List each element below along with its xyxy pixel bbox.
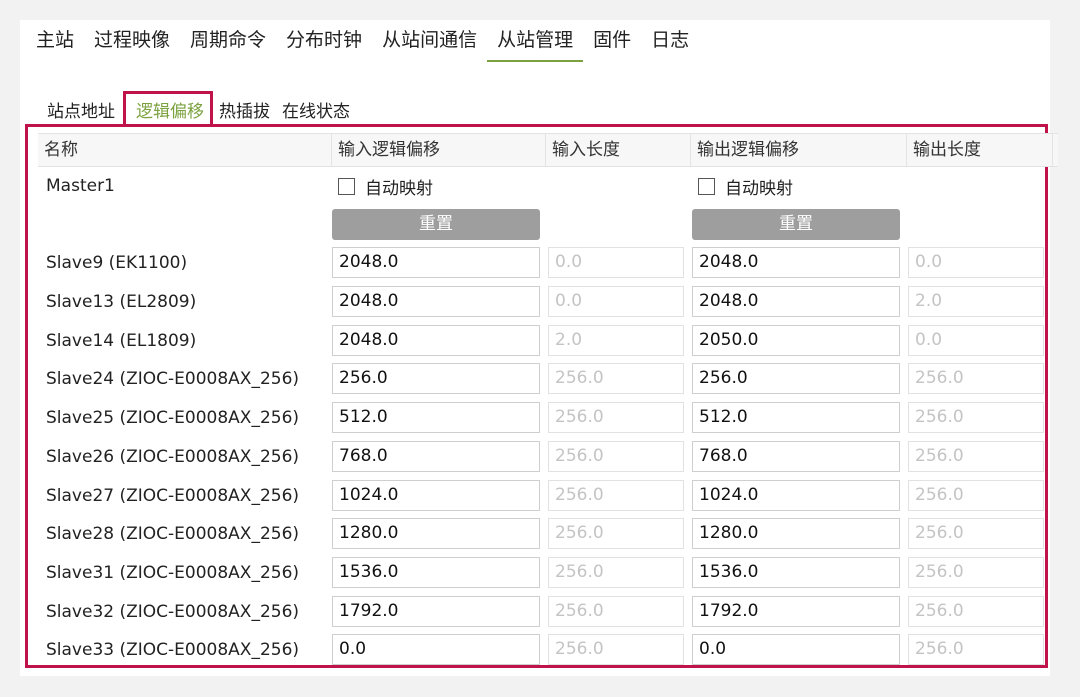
slave-name: Slave26 (ZIOC-E0008AX_256) [46, 446, 300, 467]
table-row: Slave27 (ZIOC-E0008AX_256) 1024.0 256.0 102… [38, 477, 1058, 516]
table-body: Master1 自动映射 自动映射 重置 重置 Slave9 (EK1100) 2… [38, 167, 1058, 670]
nav-item-4[interactable]: 从站间通信 [372, 20, 487, 62]
output-length-field: 256.0 [908, 440, 1044, 472]
input-offset-field[interactable]: 2048.0 [332, 286, 540, 318]
input-offset-field[interactable]: 256.0 [332, 363, 540, 395]
output-offset-field[interactable]: 0.0 [692, 634, 900, 666]
table-row: Slave25 (ZIOC-E0008AX_256) 512.0 256.0 512.… [38, 399, 1058, 438]
table-row: Slave24 (ZIOC-E0008AX_256) 256.0 256.0 256.… [38, 360, 1058, 399]
output-reset-button[interactable]: 重置 [692, 208, 900, 240]
input-length-field: 2.0 [548, 324, 684, 356]
output-length-field: 256.0 [908, 556, 1044, 588]
output-length-field: 256.0 [908, 595, 1044, 627]
reset-row: 重置 重置 [38, 206, 1058, 245]
output-offset-field[interactable]: 1792.0 [692, 595, 900, 627]
output-offset-field[interactable]: 1024.0 [692, 479, 900, 511]
input-auto-map-checkbox[interactable] [338, 177, 355, 195]
output-offset-field[interactable]: 2050.0 [692, 324, 900, 356]
slave-name: Slave9 (EK1100) [46, 253, 188, 274]
input-offset-field[interactable]: 1280.0 [332, 518, 540, 550]
slave-name: Slave24 (ZIOC-E0008AX_256) [46, 369, 300, 390]
table-row: Slave32 (ZIOC-E0008AX_256) 1792.0 256.0 179… [38, 593, 1058, 632]
slave-name: Slave13 (EL2809) [46, 292, 197, 313]
app-window: 主站 过程映像 周期命令 分布时钟 从站间通信 从站管理 固件 日志 站点地址 逻辑偏移 热插拔在… [20, 20, 1058, 676]
header-name: 名称 [38, 134, 332, 166]
subtab-1[interactable]: 逻辑偏移 [123, 91, 213, 128]
output-auto-map-label: 自动映射 [725, 178, 793, 199]
input-offset-field[interactable]: 0.0 [332, 634, 540, 666]
input-length-field: 256.0 [548, 595, 684, 627]
offset-table: 名称 输入逻辑偏移 输入长度 输出逻辑偏移 输出长度 Master1 自动映射 … [38, 133, 1058, 670]
input-length-field: 256.0 [548, 479, 684, 511]
slave-name: Slave28 (ZIOC-E0008AX_256) [46, 524, 300, 545]
table-row: Slave33 (ZIOC-E0008AX_256) 0.0 256.0 0.0 256… [38, 631, 1058, 670]
slave-name: Slave31 (ZIOC-E0008AX_256) [46, 562, 300, 583]
output-offset-field[interactable]: 2048.0 [692, 286, 900, 318]
input-auto-map-toggle[interactable]: 自动映射 [338, 167, 433, 206]
input-offset-field[interactable]: 1024.0 [332, 479, 540, 511]
nav-item-7[interactable]: 日志 [641, 20, 699, 62]
input-length-field: 256.0 [548, 440, 684, 472]
nav-item-3[interactable]: 分布时钟 [276, 20, 372, 62]
output-length-field: 256.0 [908, 518, 1044, 550]
input-length-field: 256.0 [548, 363, 684, 395]
output-length-field: 256.0 [908, 479, 1044, 511]
slave-name: Slave32 (ZIOC-E0008AX_256) [46, 601, 300, 622]
input-length-field: 256.0 [548, 402, 684, 434]
table-row: Slave14 (EL1809) 2048.0 2.0 2050.0 0.0 [38, 322, 1058, 361]
header-input-length: 输入长度 [546, 134, 691, 166]
nav-item-1[interactable]: 过程映像 [84, 20, 180, 62]
output-offset-field[interactable]: 1280.0 [692, 518, 900, 550]
master-row: Master1 自动映射 自动映射 [38, 167, 1058, 206]
output-offset-field[interactable]: 1536.0 [692, 556, 900, 588]
input-reset-button[interactable]: 重置 [332, 208, 540, 240]
input-offset-field[interactable]: 2048.0 [332, 324, 540, 356]
nav-item-0[interactable]: 主站 [20, 20, 84, 62]
subtab-bar: 站点地址 逻辑偏移 热插拔 在线状态 [20, 91, 356, 128]
input-offset-field[interactable]: 2048.0 [332, 247, 540, 279]
output-length-field: 0.0 [908, 324, 1044, 356]
input-length-field: 256.0 [548, 518, 684, 550]
nav-item-2[interactable]: 周期命令 [180, 20, 276, 62]
output-auto-map-checkbox[interactable] [698, 177, 715, 195]
input-length-field: 0.0 [548, 247, 684, 279]
input-auto-map-label: 自动映射 [365, 178, 433, 199]
output-offset-field[interactable]: 256.0 [692, 363, 900, 395]
table-row: Slave28 (ZIOC-E0008AX_256) 1280.0 256.0 128… [38, 515, 1058, 554]
logical-offset-panel: 名称 输入逻辑偏移 输入长度 输出逻辑偏移 输出长度 Master1 自动映射 … [25, 124, 1058, 668]
output-length-field: 256.0 [908, 634, 1044, 666]
output-length-field: 0.0 [908, 247, 1044, 279]
nav-item-5[interactable]: 从站管理 [487, 20, 584, 62]
input-length-field: 256.0 [548, 634, 684, 666]
slave-name: Slave33 (ZIOC-E0008AX_256) [46, 640, 300, 661]
slave-name: Slave14 (EL1809) [46, 330, 197, 351]
slave-name: Slave25 (ZIOC-E0008AX_256) [46, 408, 300, 429]
output-offset-field[interactable]: 2048.0 [692, 247, 900, 279]
table-row: Slave9 (EK1100) 2048.0 0.0 2048.0 0.0 [38, 244, 1058, 283]
output-offset-field[interactable]: 512.0 [692, 402, 900, 434]
master-name: Master1 [46, 176, 115, 196]
input-length-field: 0.0 [548, 286, 684, 318]
output-length-field: 256.0 [908, 402, 1044, 434]
table-row: Slave26 (ZIOC-E0008AX_256) 768.0 256.0 768.… [38, 438, 1058, 477]
input-offset-field[interactable]: 1792.0 [332, 595, 540, 627]
header-input-offset: 输入逻辑偏移 [332, 134, 546, 166]
input-offset-field[interactable]: 1536.0 [332, 556, 540, 588]
output-auto-map-toggle[interactable]: 自动映射 [698, 167, 793, 206]
output-offset-field[interactable]: 768.0 [692, 440, 900, 472]
top-navigation: 主站 过程映像 周期命令 分布时钟 从站间通信 从站管理 固件 日志 [20, 20, 1050, 62]
output-length-field: 2.0 [908, 286, 1044, 318]
header-output-offset: 输出逻辑偏移 [691, 134, 907, 166]
output-length-field: 256.0 [908, 363, 1044, 395]
input-length-field: 256.0 [548, 556, 684, 588]
input-offset-field[interactable]: 512.0 [332, 402, 540, 434]
input-offset-field[interactable]: 768.0 [332, 440, 540, 472]
header-output-length: 输出长度 [907, 134, 1053, 166]
nav-item-6[interactable]: 固件 [583, 20, 641, 62]
table-row: Slave13 (EL2809) 2048.0 0.0 2048.0 2.0 [38, 283, 1058, 322]
table-row: Slave31 (ZIOC-E0008AX_256) 1536.0 256.0 153… [38, 554, 1058, 593]
table-header: 名称 输入逻辑偏移 输入长度 输出逻辑偏移 输出长度 [38, 133, 1058, 167]
slave-name: Slave27 (ZIOC-E0008AX_256) [46, 485, 300, 506]
